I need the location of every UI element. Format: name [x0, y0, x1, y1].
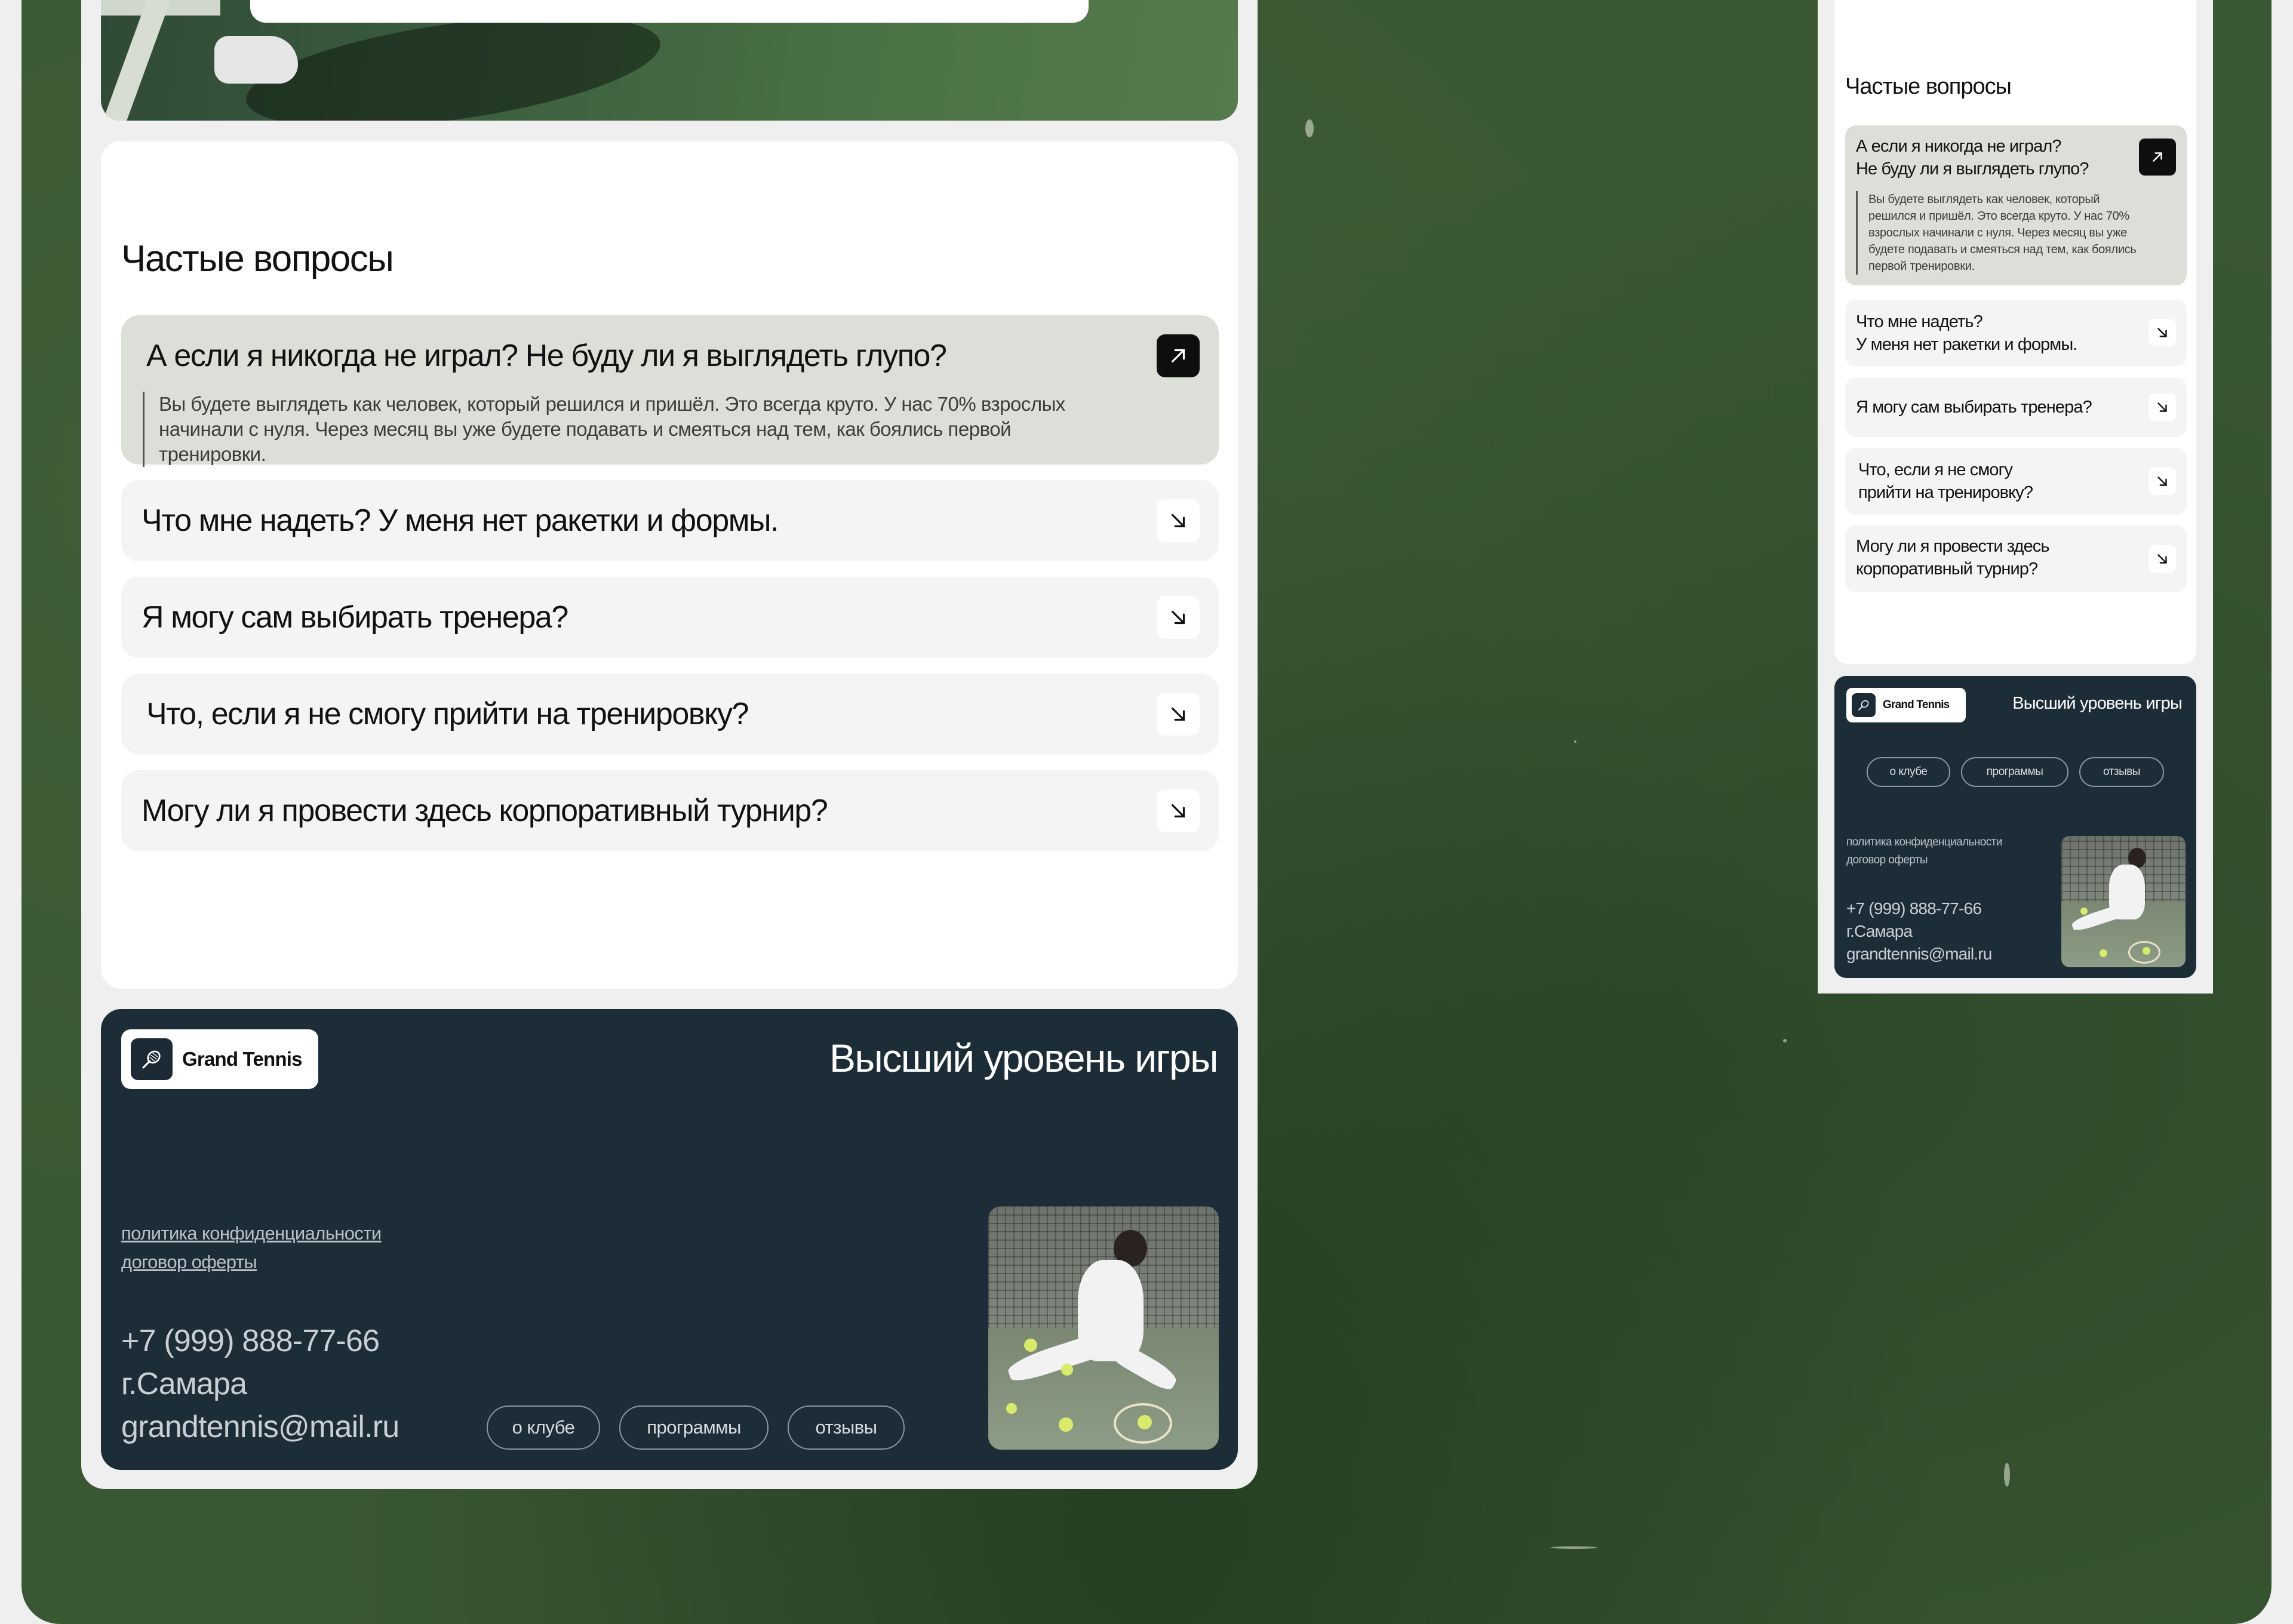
grass-speck — [2004, 1463, 2010, 1487]
footer: Grand Tennis Высший уровень игры политик… — [101, 1009, 1238, 1470]
privacy-policy-link[interactable]: политика конфиденциальности — [1846, 836, 2002, 849]
hero-image — [101, 0, 1238, 121]
court-line — [103, 0, 171, 121]
faq-toggle-button[interactable] — [2148, 545, 2176, 573]
faq-question: А если я никогда не играл? Не буду ли я … — [1856, 137, 2089, 179]
faq-question: Могу ли я провести здесь корпоративный т… — [142, 793, 828, 828]
nav-pill-reviews[interactable]: отзывы — [2079, 757, 2164, 787]
faq-toggle-button[interactable] — [1157, 499, 1200, 542]
mobile-footer: Grand Tennis Высший уровень игры о клубе… — [1834, 676, 2196, 978]
offer-agreement-link[interactable]: договор оферты — [1846, 854, 1928, 867]
footer-slogan: Высший уровень игры — [829, 1036, 1219, 1080]
faq-question: Что мне надеть? У меня нет ракетки и фор… — [1856, 312, 2077, 354]
arrow-down-right-icon — [1171, 513, 1185, 528]
footer-slogan: Высший уровень игры — [2012, 694, 2183, 713]
offer-agreement-link[interactable]: договор оферты — [121, 1251, 257, 1273]
faq-item[interactable]: Я могу сам выбирать тренера? — [1845, 377, 2187, 437]
faq-toggle-button[interactable] — [1157, 693, 1200, 736]
footer-email[interactable]: grandtennis@mail.ru — [1846, 945, 1992, 964]
brand-name: Grand Tennis — [1883, 699, 1950, 711]
faq-item[interactable]: Что мне надеть? У меня нет ракетки и фор… — [121, 480, 1219, 561]
brand-logo[interactable]: Grand Tennis — [1846, 688, 1966, 722]
faq-item[interactable]: Могу ли я провести здесь корпоративный т… — [121, 770, 1219, 851]
faq-answer: Вы будете выглядеть как человек, который… — [1856, 191, 2143, 275]
faq-question: А если я никогда не играл? Не буду ли я … — [146, 339, 947, 373]
grass-speck — [1305, 119, 1314, 137]
tennis-racket-icon — [131, 1038, 173, 1080]
footer-email[interactable]: grandtennis@mail.ru — [121, 1409, 399, 1445]
faq-toggle-button[interactable] — [1157, 596, 1200, 639]
faq-item-open[interactable]: А если я никогда не играл? Не буду ли я … — [1845, 125, 2187, 285]
arrow-down-right-icon — [1171, 707, 1185, 721]
grass-speck — [1783, 1039, 1787, 1042]
footer-phone[interactable]: +7 (999) 888-77-66 — [121, 1323, 380, 1359]
nav-pill-about[interactable]: о клубе — [1867, 757, 1950, 787]
faq-toggle-button[interactable] — [2148, 393, 2176, 421]
faq-toggle-button[interactable] — [2139, 139, 2176, 176]
desktop-frame: Частые вопросы А если я никогда не играл… — [81, 0, 1258, 1489]
footer-phone[interactable]: +7 (999) 888-77-66 — [1846, 899, 1982, 918]
faq-item-open[interactable]: А если я никогда не играл? Не буду ли я … — [121, 315, 1219, 467]
arrow-down-right-icon — [2157, 554, 2167, 564]
arrow-up-right-icon — [2153, 152, 2162, 162]
faq-question: Я могу сам выбирать тренера? — [142, 600, 568, 635]
faq-section: Частые вопросы А если я никогда не играл… — [101, 141, 1238, 989]
faq-item[interactable]: Могу ли я провести здесь корпоративный т… — [1845, 525, 2187, 592]
faq-question: Что мне надеть? У меня нет ракетки и фор… — [142, 503, 779, 538]
nav-pill-reviews[interactable]: отзывы — [788, 1405, 905, 1450]
brand-logo[interactable]: Grand Tennis — [121, 1029, 318, 1089]
grass-speck — [1574, 740, 1576, 743]
faq-item[interactable]: Что, если я не смогу прийти на тренировк… — [121, 673, 1219, 755]
arrow-down-right-icon — [2157, 328, 2167, 337]
faq-toggle-button[interactable] — [1157, 334, 1200, 377]
tennis-shoe — [214, 36, 298, 84]
arrow-down-right-icon — [1171, 610, 1185, 625]
nav-pill-programs[interactable]: программы — [1961, 757, 2068, 787]
arrow-down-right-icon — [2157, 476, 2167, 486]
nav-pill-about[interactable]: о клубе — [487, 1405, 600, 1450]
faq-question: Что, если я не смогу прийти на тренировк… — [1858, 460, 2033, 502]
arrow-down-right-icon — [2157, 402, 2167, 412]
faq-question: Я могу сам выбирать тренера? — [1856, 398, 2092, 417]
nav-pill-programs[interactable]: программы — [619, 1405, 769, 1450]
faq-item[interactable]: Что мне надеть? У меня нет ракетки и фор… — [1845, 300, 2187, 367]
faq-question: Могу ли я провести здесь корпоративный т… — [1856, 537, 2050, 579]
tennis-player-photo — [988, 1206, 1219, 1450]
footer-city: г.Самара — [1846, 922, 1913, 940]
faq-toggle-button[interactable] — [1157, 789, 1200, 832]
hero-card — [250, 0, 1089, 23]
arrow-up-right-icon — [1171, 349, 1185, 363]
faq-answer: Вы будете выглядеть как человек, который… — [143, 392, 1114, 467]
faq-title: Частые вопросы — [1845, 74, 2012, 99]
privacy-policy-link[interactable]: политика конфиденциальности — [121, 1223, 382, 1244]
tennis-player-photo — [2061, 836, 2186, 967]
faq-toggle-button[interactable] — [2148, 467, 2176, 495]
faq-title: Частые вопросы — [121, 238, 394, 279]
grass-speck — [1550, 1546, 1598, 1549]
brand-name: Grand Tennis — [182, 1048, 302, 1070]
faq-toggle-button[interactable] — [2148, 319, 2176, 346]
footer-city: г.Самара — [121, 1367, 247, 1401]
faq-item[interactable]: Я могу сам выбирать тренера? — [121, 577, 1219, 658]
tennis-racket-icon — [1852, 693, 1876, 717]
faq-item[interactable]: Что, если я не смогу прийти на тренировк… — [1845, 448, 2187, 515]
faq-question: Что, если я не смогу прийти на тренировк… — [146, 697, 749, 731]
mobile-frame: Частые вопросы А если я никогда не играл… — [1818, 0, 2213, 994]
mobile-faq-section: Частые вопросы А если я никогда не играл… — [1834, 0, 2196, 664]
arrow-down-right-icon — [1171, 804, 1185, 818]
